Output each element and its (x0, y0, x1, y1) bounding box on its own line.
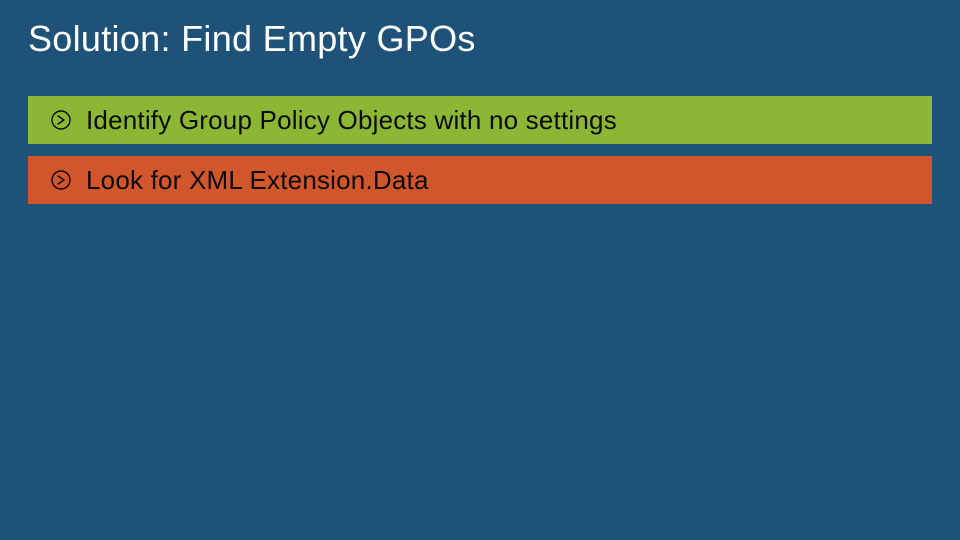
bullet-item-2: Look for XML Extension.Data (28, 156, 932, 204)
slide-title: Solution: Find Empty GPOs (28, 18, 932, 60)
presentation-slide: Solution: Find Empty GPOs Identify Group… (0, 0, 960, 540)
clock-arrow-icon (50, 169, 72, 191)
bullet-text-1: Identify Group Policy Objects with no se… (86, 105, 617, 136)
bullet-item-1: Identify Group Policy Objects with no se… (28, 96, 932, 144)
clock-arrow-icon (50, 109, 72, 131)
bullet-text-2: Look for XML Extension.Data (86, 165, 429, 196)
